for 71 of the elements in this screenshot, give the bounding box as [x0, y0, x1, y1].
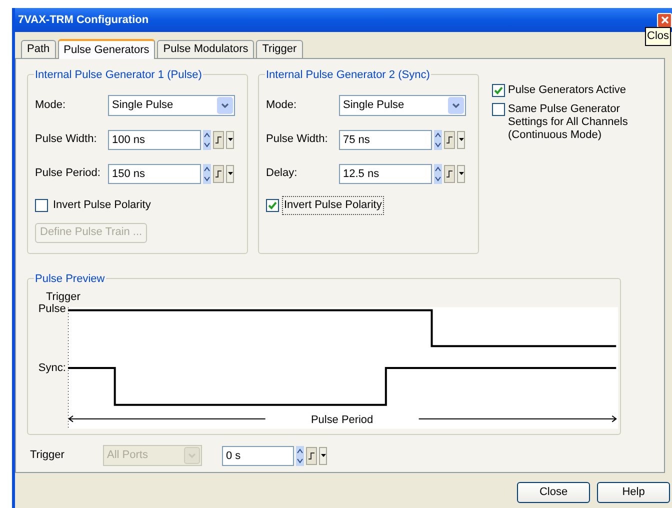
group-title: Internal Pulse Generator 2 (Sync) — [265, 67, 431, 84]
step-button[interactable] — [306, 446, 317, 464]
step-button[interactable] — [213, 130, 224, 148]
step-icon — [215, 136, 222, 144]
select-value: All Ports — [106, 448, 149, 464]
trigger-label: Trigger — [30, 448, 66, 464]
spin-arrows-icon[interactable] — [434, 130, 442, 150]
close-icon — [660, 16, 668, 24]
select-field[interactable]: Single Pulse — [339, 95, 466, 116]
field-label: Mode: — [266, 98, 298, 114]
value-field[interactable]: 12.5 ns — [339, 164, 432, 184]
group-title: Internal Pulse Generator 1 (Pulse) — [34, 67, 203, 84]
pulse-period-label: Pulse Period — [310, 414, 373, 426]
select-field[interactable]: Single Pulse — [108, 95, 235, 116]
field-label: Mode: — [35, 98, 67, 114]
caret-icon — [458, 172, 464, 175]
checkbox[interactable] — [35, 198, 48, 212]
field-label: Pulse Width: — [266, 132, 329, 148]
checkbox-label[interactable]: Invert Pulse Polarity — [282, 196, 384, 214]
tab[interactable]: Pulse Generators — [58, 39, 156, 59]
dropdown-button[interactable] — [226, 130, 234, 148]
checkmark-icon — [494, 86, 503, 95]
dropdown-button[interactable] — [457, 130, 465, 148]
field-label: Delay: — [266, 166, 298, 182]
chevron-down-icon — [448, 97, 464, 114]
dropdown-button[interactable] — [226, 164, 234, 182]
step-icon — [446, 136, 453, 144]
checkbox[interactable] — [266, 198, 279, 212]
close-button[interactable] — [657, 12, 672, 28]
chevron-down-icon — [217, 97, 233, 114]
field-label: Pulse Period: — [35, 166, 102, 182]
step-icon — [308, 452, 315, 460]
dropdown-button[interactable] — [457, 164, 465, 182]
pulse-label: Pulse — [38, 303, 66, 316]
step-button[interactable] — [444, 130, 455, 148]
value-field[interactable]: 0 s — [222, 446, 294, 466]
tab[interactable]: Trigger — [256, 40, 303, 58]
sync-label: Sync: — [38, 362, 66, 375]
spin-arrows-icon[interactable] — [296, 446, 304, 466]
spin-arrows-icon[interactable] — [203, 130, 211, 150]
tooltip: Clos — [645, 27, 672, 46]
spin-arrows-icon[interactable] — [434, 164, 442, 184]
tab[interactable]: Path — [21, 40, 56, 58]
tab[interactable]: Pulse Modulators — [157, 40, 254, 58]
checkbox-label[interactable]: Pulse Generators Active — [508, 84, 638, 97]
dialog-button[interactable]: Close — [517, 482, 590, 503]
caret-icon — [320, 454, 326, 457]
caret-icon — [228, 138, 232, 141]
spin-arrows-icon[interactable] — [203, 164, 211, 184]
select-value: Single Pulse — [342, 98, 406, 114]
chevron-down-icon — [184, 447, 200, 464]
value-field[interactable]: 150 ns — [108, 164, 201, 184]
step-button[interactable] — [444, 164, 455, 182]
value-field[interactable]: 100 ns — [108, 130, 201, 150]
checkbox[interactable] — [492, 84, 505, 97]
checkmark-icon — [268, 200, 277, 210]
trigger-label: Trigger — [46, 291, 82, 304]
field-label: Pulse Width: — [35, 132, 98, 148]
checkbox-label[interactable]: Same Pulse Generator Settings for All Channels (Continuous Mode) — [508, 103, 638, 142]
select-value: Single Pulse — [111, 98, 174, 114]
window-title: 7VAX-TRM Configuration — [18, 12, 149, 28]
step-icon — [215, 170, 222, 178]
step-icon — [446, 170, 453, 178]
caret-icon — [228, 172, 232, 175]
value-field[interactable]: 75 ns — [339, 130, 432, 150]
caret-icon — [458, 138, 464, 141]
step-button[interactable] — [213, 164, 224, 182]
dialog-button[interactable]: Help — [597, 482, 670, 503]
checkbox[interactable] — [492, 103, 505, 116]
dropdown-button[interactable] — [319, 446, 327, 464]
checkbox-label[interactable]: Invert Pulse Polarity — [51, 196, 153, 214]
